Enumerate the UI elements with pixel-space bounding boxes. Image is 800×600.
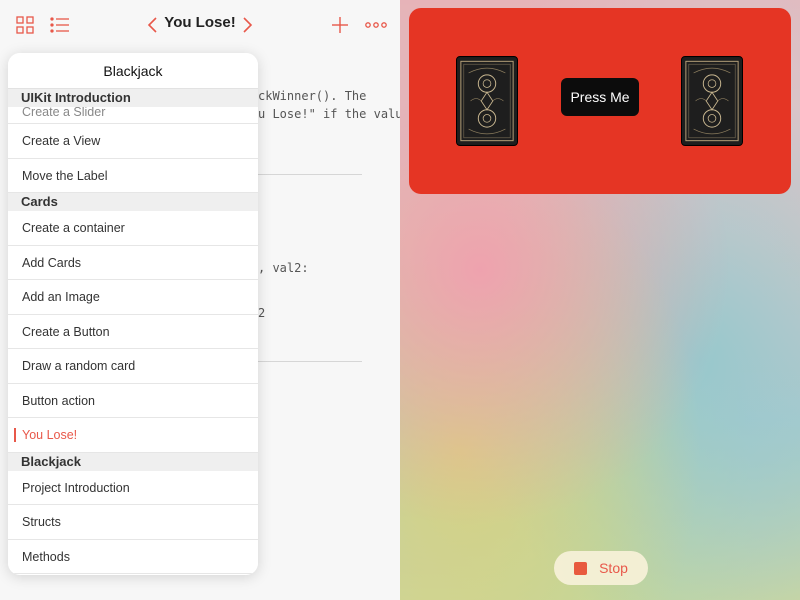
section-header-uikit: UIKit Introduction (8, 89, 258, 107)
menu-item-methods[interactable]: Methods (8, 539, 258, 574)
menu-item-you-lose[interactable]: You Lose! (8, 418, 258, 453)
menu-item-draw-random-card[interactable]: Draw a random card (8, 349, 258, 384)
stop-icon (574, 561, 588, 575)
code-text: , val2: (258, 261, 309, 275)
press-me-button[interactable]: Press Me (561, 78, 639, 116)
grid-icon[interactable] (14, 14, 36, 36)
chapters-popover: Blackjack UIKit Introduction Create a Sl… (8, 53, 258, 575)
menu-item-create-slider[interactable]: Create a Slider (8, 107, 258, 124)
section-header-blackjack: Blackjack (8, 452, 258, 471)
game-container: Press Me (409, 8, 791, 194)
menu-item-project-introduction[interactable]: Project Introduction (8, 470, 258, 505)
playing-card-right (681, 56, 743, 146)
section-header-cards: Cards (8, 193, 258, 211)
menu-item-create-container[interactable]: Create a container (8, 211, 258, 246)
plus-icon[interactable] (329, 14, 351, 36)
code-editor-pane: You Lose! ckWinner(). The u Lose!" if th… (0, 0, 400, 600)
list-icon[interactable] (49, 14, 71, 36)
menu-item-button-action[interactable]: Button action (8, 383, 258, 418)
popover-title: Blackjack (8, 53, 258, 89)
menu-item-create-button[interactable]: Create a Button (8, 314, 258, 349)
card-back-icon (682, 57, 742, 145)
ellipsis-icon[interactable] (365, 14, 387, 36)
card-back-icon (457, 57, 517, 145)
menu-item-create-view[interactable]: Create a View (8, 124, 258, 159)
chevron-right-icon[interactable] (237, 14, 259, 36)
toolbar: You Lose! (0, 0, 400, 50)
playing-card-left (456, 56, 518, 146)
stop-button[interactable]: Stop (554, 551, 648, 585)
code-text: ckWinner(). The (258, 89, 367, 103)
menu-item-add-image[interactable]: Add an Image (8, 280, 258, 315)
menu-item-add-cards[interactable]: Add Cards (8, 245, 258, 280)
menu-item-structs[interactable]: Structs (8, 505, 258, 540)
stop-label: Stop (599, 560, 628, 576)
code-text: 2 (258, 306, 266, 320)
page-title: You Lose! (164, 14, 236, 31)
code-text: u Lose!" if the value (258, 107, 400, 121)
menu-item-move-label[interactable]: Move the Label (8, 158, 258, 193)
live-view-pane: Press Me Stop (400, 0, 800, 600)
